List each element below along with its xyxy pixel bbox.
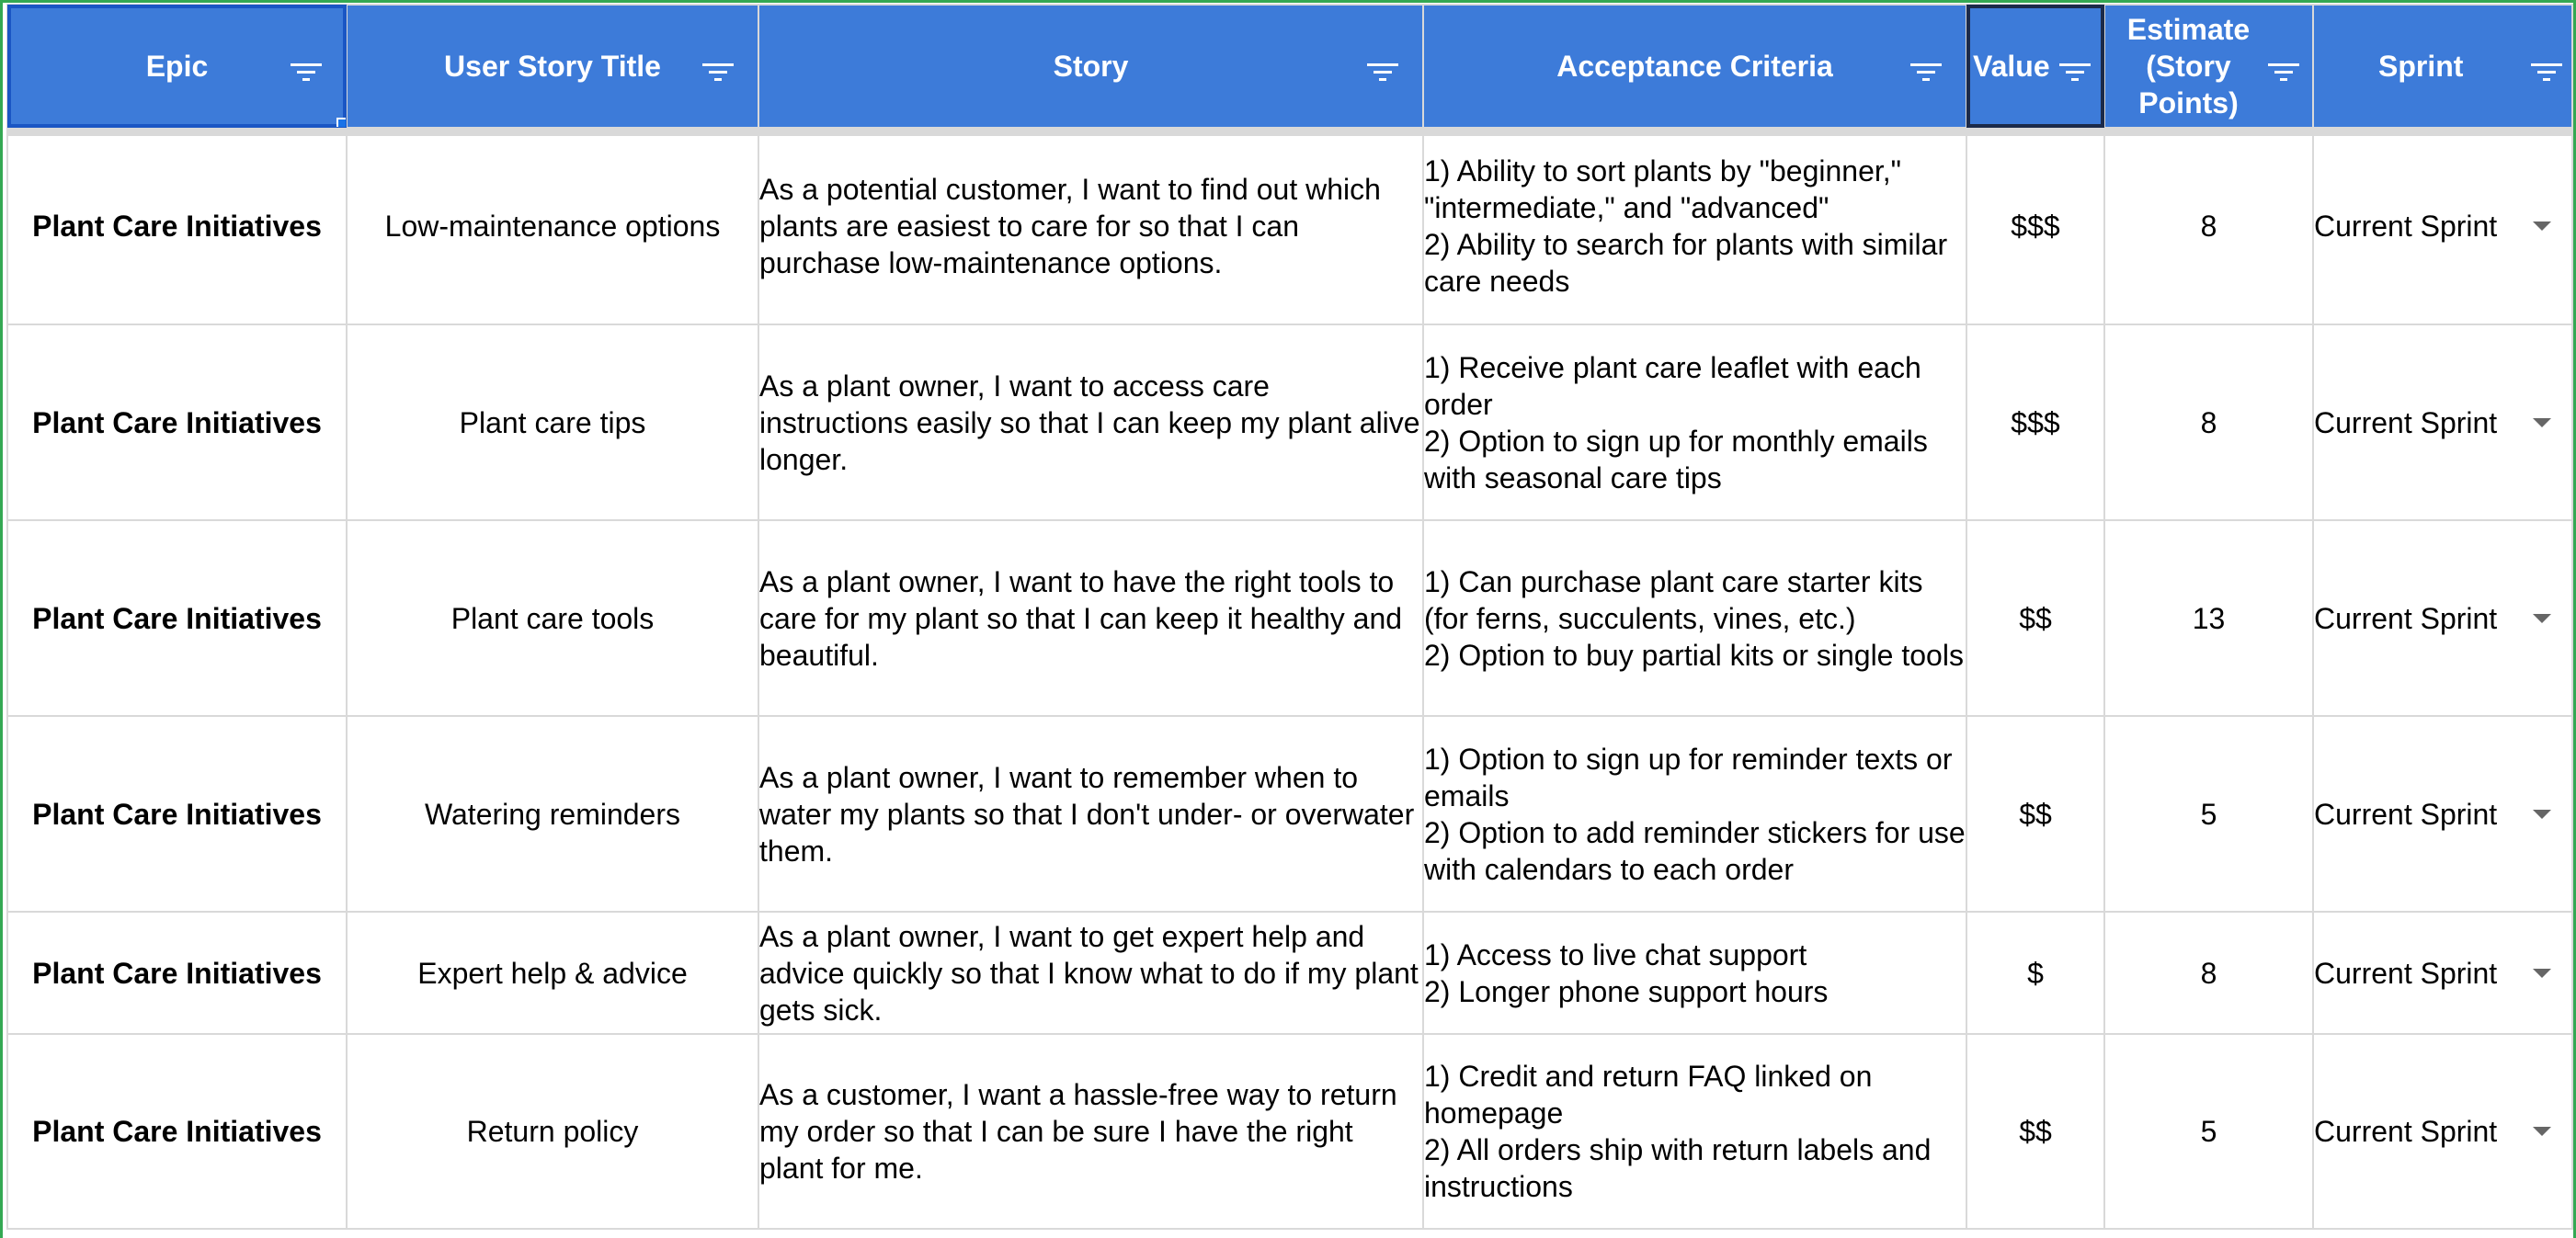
chevron-down-icon[interactable] bbox=[2533, 417, 2551, 427]
table-row: Plant Care Initiatives Plant care tools As… bbox=[6, 519, 2573, 717]
column-header-epic[interactable]: Epic bbox=[6, 4, 348, 129]
column-header-label: Value bbox=[1973, 50, 2050, 83]
cell-story[interactable]: As a plant owner, I want to get expert h… bbox=[758, 911, 1424, 1035]
cell-value[interactable]: $$$ bbox=[1966, 324, 2105, 521]
cell-epic[interactable]: Plant Care Initiatives bbox=[6, 1033, 348, 1230]
criteria-line: 1) Ability to sort plants by "beginner,"… bbox=[1424, 154, 1901, 224]
column-header-value[interactable]: Value bbox=[1966, 4, 2105, 129]
cell-acceptance-criteria[interactable]: 1) Receive plant care leaflet with each … bbox=[1422, 324, 1967, 521]
cell-sprint-dropdown[interactable]: Current Sprint bbox=[2312, 324, 2573, 521]
column-header-sprint[interactable]: Sprint bbox=[2312, 4, 2573, 129]
cell-story[interactable]: As a customer, I want a hassle-free way … bbox=[758, 1033, 1424, 1230]
table-row: Plant Care Initiatives Return policy As a … bbox=[6, 1033, 2573, 1230]
criteria-line: 2) Option to add reminder stickers for u… bbox=[1424, 815, 1966, 886]
cell-epic[interactable]: Plant Care Initiatives bbox=[6, 715, 348, 913]
sprint-value: Current Sprint bbox=[2314, 601, 2498, 635]
cell-value[interactable]: $$ bbox=[1966, 1033, 2105, 1230]
selection-fill-handle[interactable] bbox=[336, 118, 345, 126]
cell-estimate[interactable]: 5 bbox=[2103, 715, 2314, 913]
table-row: Plant Care Initiatives Plant care tips As … bbox=[6, 324, 2573, 521]
filter-icon[interactable] bbox=[2531, 55, 2562, 81]
column-header-user-story-title[interactable]: User Story Title bbox=[346, 4, 759, 129]
cell-value[interactable]: $ bbox=[1966, 911, 2105, 1035]
chevron-down-icon[interactable] bbox=[2533, 968, 2551, 978]
cell-estimate[interactable]: 8 bbox=[2103, 324, 2314, 521]
cell-acceptance-criteria[interactable]: 1) Option to sign up for reminder texts … bbox=[1422, 715, 1967, 913]
cell-epic[interactable]: Plant Care Initiatives bbox=[6, 911, 348, 1035]
filter-icon[interactable] bbox=[1910, 55, 1942, 81]
cell-epic[interactable]: Plant Care Initiatives bbox=[6, 324, 348, 521]
cell-estimate[interactable]: 13 bbox=[2103, 519, 2314, 717]
cell-user-story-title[interactable]: Return policy bbox=[346, 1033, 759, 1230]
column-header-estimate[interactable]: Estimate (Story Points) bbox=[2103, 4, 2314, 129]
sprint-value: Current Sprint bbox=[2314, 956, 2498, 990]
cell-user-story-title[interactable]: Watering reminders bbox=[346, 715, 759, 913]
cell-value[interactable]: $$$ bbox=[1966, 127, 2105, 325]
user-stories-table: Epic User Story Title Story Acceptance C… bbox=[6, 4, 2573, 1230]
cell-story[interactable]: As a plant owner, I want to access care … bbox=[758, 324, 1424, 521]
cell-sprint-dropdown[interactable]: Current Sprint bbox=[2312, 911, 2573, 1035]
cell-epic[interactable]: Plant Care Initiatives bbox=[6, 519, 348, 717]
chevron-down-icon[interactable] bbox=[2533, 221, 2551, 231]
cell-estimate[interactable]: 5 bbox=[2103, 1033, 2314, 1230]
cell-sprint-dropdown[interactable]: Current Sprint bbox=[2312, 127, 2573, 325]
sprint-value: Current Sprint bbox=[2314, 405, 2498, 439]
cell-user-story-title[interactable]: Low-maintenance options bbox=[346, 127, 759, 325]
table-row: Plant Care Initiatives Expert help & advi… bbox=[6, 911, 2573, 1035]
criteria-line: 1) Option to sign up for reminder texts … bbox=[1424, 742, 1953, 812]
cell-acceptance-criteria[interactable]: 1) Ability to sort plants by "beginner,"… bbox=[1422, 127, 1967, 325]
frozen-row-divider[interactable] bbox=[6, 129, 2571, 136]
criteria-line: 1) Credit and return FAQ linked on homep… bbox=[1424, 1060, 1873, 1130]
header-row: Epic User Story Title Story Acceptance C… bbox=[6, 4, 2573, 129]
filter-icon[interactable] bbox=[1367, 55, 1398, 81]
filter-icon[interactable] bbox=[2059, 55, 2091, 81]
cell-sprint-dropdown[interactable]: Current Sprint bbox=[2312, 1033, 2573, 1230]
column-header-label: Epic bbox=[145, 50, 209, 83]
filter-icon[interactable] bbox=[2268, 55, 2299, 81]
cell-story[interactable]: As a plant owner, I want to have the rig… bbox=[758, 519, 1424, 717]
cell-value[interactable]: $$ bbox=[1966, 715, 2105, 913]
cell-user-story-title[interactable]: Plant care tips bbox=[346, 324, 759, 521]
cell-acceptance-criteria[interactable]: 1) Can purchase plant care starter kits … bbox=[1422, 519, 1967, 717]
criteria-line: 2) All orders ship with return labels an… bbox=[1424, 1133, 1932, 1203]
criteria-line: 2) Option to sign up for monthly emails … bbox=[1424, 424, 1928, 494]
criteria-line: 2) Longer phone support hours bbox=[1424, 974, 1829, 1008]
chevron-down-icon[interactable] bbox=[2533, 1127, 2551, 1136]
cell-acceptance-criteria[interactable]: 1) Access to live chat support 2) Longer … bbox=[1422, 911, 1967, 1035]
cell-story[interactable]: As a plant owner, I want to remember whe… bbox=[758, 715, 1424, 913]
sprint-value: Current Sprint bbox=[2314, 1115, 2498, 1148]
sprint-value: Current Sprint bbox=[2314, 797, 2498, 831]
cell-epic[interactable]: Plant Care Initiatives bbox=[6, 127, 348, 325]
column-header-label: Sprint bbox=[2378, 50, 2464, 83]
column-header-story[interactable]: Story bbox=[758, 4, 1424, 129]
column-header-label: User Story Title bbox=[444, 50, 661, 83]
criteria-line: 1) Can purchase plant care starter kits … bbox=[1424, 564, 1923, 635]
column-header-label: Story bbox=[1053, 50, 1129, 83]
criteria-line: 1) Receive plant care leaflet with each … bbox=[1424, 350, 1921, 421]
cell-story[interactable]: As a potential customer, I want to find … bbox=[758, 127, 1424, 325]
cell-sprint-dropdown[interactable]: Current Sprint bbox=[2312, 519, 2573, 717]
cell-estimate[interactable]: 8 bbox=[2103, 127, 2314, 325]
table-row: Plant Care Initiatives Watering reminders… bbox=[6, 715, 2573, 913]
sprint-value: Current Sprint bbox=[2314, 210, 2498, 243]
cell-user-story-title[interactable]: Expert help & advice bbox=[346, 911, 759, 1035]
cell-sprint-dropdown[interactable]: Current Sprint bbox=[2312, 715, 2573, 913]
chevron-down-icon[interactable] bbox=[2533, 809, 2551, 819]
criteria-line: 2) Ability to search for plants with sim… bbox=[1424, 228, 1948, 298]
column-header-acceptance-criteria[interactable]: Acceptance Criteria bbox=[1422, 4, 1967, 129]
filter-icon[interactable] bbox=[291, 55, 322, 81]
chevron-down-icon[interactable] bbox=[2533, 613, 2551, 623]
cell-acceptance-criteria[interactable]: 1) Credit and return FAQ linked on homep… bbox=[1422, 1033, 1967, 1230]
criteria-line: 1) Access to live chat support bbox=[1424, 937, 1807, 971]
column-header-label: Acceptance Criteria bbox=[1556, 50, 1833, 83]
table-row: Plant Care Initiatives Low-maintenance op… bbox=[6, 127, 2573, 325]
cell-value[interactable]: $$ bbox=[1966, 519, 2105, 717]
cell-user-story-title[interactable]: Plant care tools bbox=[346, 519, 759, 717]
filter-icon[interactable] bbox=[702, 55, 734, 81]
cell-estimate[interactable]: 8 bbox=[2103, 911, 2314, 1035]
criteria-line: 2) Option to buy partial kits or single … bbox=[1424, 638, 1964, 672]
